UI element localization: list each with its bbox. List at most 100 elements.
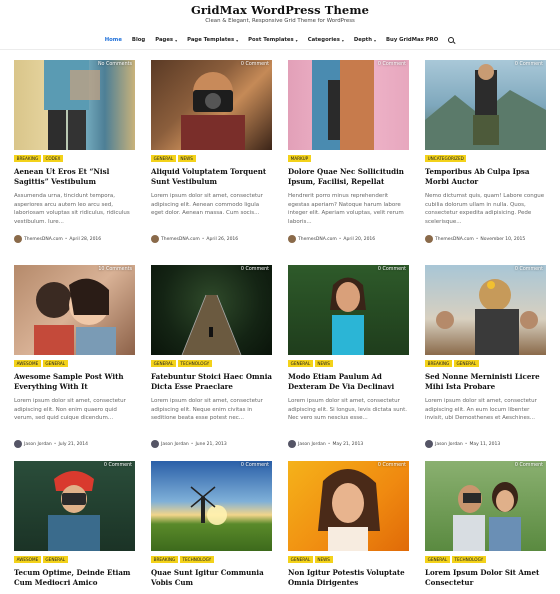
comment-count[interactable]: 0 Comment: [515, 267, 543, 272]
post-card: No Comments BREAKING CODEX Aenean Ut Ero…: [14, 60, 135, 243]
search-icon[interactable]: [448, 36, 455, 44]
post-thumbnail[interactable]: 10 Comments: [14, 265, 135, 355]
post-meta: Jason Jordan • May 21, 2013: [288, 440, 363, 448]
category-list: GENERAL TECHNOLOGY: [151, 360, 212, 368]
comment-count[interactable]: 0 Comment: [378, 463, 406, 468]
category-badge[interactable]: GENERAL: [42, 556, 68, 564]
post-title[interactable]: Aliquid Voluptatem Torquent Sunt Vestibu…: [151, 167, 272, 186]
post-thumbnail[interactable]: No Comments: [14, 60, 135, 150]
category-badge[interactable]: GENERAL: [42, 360, 68, 368]
post-card: 0 Comment MARKUP Dolore Quae Nec Sollici…: [288, 60, 409, 243]
category-badge[interactable]: TECHNOLOGY: [177, 360, 212, 368]
category-badge[interactable]: AWESOME: [14, 556, 41, 564]
avatar[interactable]: [151, 235, 159, 243]
category-badge[interactable]: GENERAL: [288, 556, 313, 564]
chevron-down-icon: ▾: [175, 37, 178, 43]
post-thumbnail[interactable]: 0 Comment: [425, 60, 546, 150]
post-author[interactable]: ThemesDNA.com: [298, 237, 337, 242]
post-author[interactable]: Jason Jordan: [298, 442, 326, 447]
comment-count[interactable]: 0 Comment: [378, 62, 406, 67]
category-badge[interactable]: GENERAL: [425, 556, 450, 564]
post-thumbnail[interactable]: 0 Comment: [288, 60, 409, 150]
post-thumbnail[interactable]: 0 Comment: [288, 461, 409, 551]
avatar[interactable]: [14, 235, 22, 243]
category-badge[interactable]: TECHNOLOGY: [451, 556, 486, 564]
category-badge[interactable]: NEWS: [314, 360, 333, 368]
post-card: 0 Comment AWESOME GENERAL Tecum Optime, …: [14, 461, 135, 587]
post-author[interactable]: Jason Jordan: [24, 442, 52, 447]
post-title[interactable]: Awesome Sample Post With Everything With…: [14, 372, 135, 391]
nav-item-pages[interactable]: Pages ▾: [155, 37, 177, 43]
post-thumbnail[interactable]: 0 Comment: [151, 60, 272, 150]
post-thumbnail[interactable]: 0 Comment: [151, 461, 272, 551]
category-badge[interactable]: BREAKING: [151, 556, 178, 564]
avatar[interactable]: [288, 235, 296, 243]
post-thumbnail[interactable]: 0 Comment: [288, 265, 409, 355]
category-badge[interactable]: GENERAL: [151, 155, 176, 163]
comment-count[interactable]: 10 Comments: [98, 267, 132, 272]
post-title[interactable]: Tecum Optime, Deinde Etiam Cum Mediocri …: [14, 568, 135, 587]
avatar[interactable]: [151, 440, 159, 448]
category-badge[interactable]: GENERAL: [151, 360, 176, 368]
post-title[interactable]: Sed Nonne Merninisti Licere Mihi Ista Pr…: [425, 372, 546, 391]
post-title[interactable]: Lorem Ipsum Dolor Sit Amet Consectetur: [425, 568, 546, 587]
post-title[interactable]: Modo Etiam Paulum Ad Dexteram De Via Dec…: [288, 372, 409, 391]
avatar[interactable]: [425, 235, 433, 243]
post-thumbnail[interactable]: 0 Comment: [425, 461, 546, 551]
category-badge[interactable]: AWESOME: [14, 360, 41, 368]
post-title[interactable]: Dolore Quae Nec Sollicitudin Ipsum, Faci…: [288, 167, 409, 186]
category-badge[interactable]: BREAKING: [425, 360, 452, 368]
post-thumbnail[interactable]: 0 Comment: [425, 265, 546, 355]
post-title[interactable]: Non Igitur Potestis Voluptate Omnia Diri…: [288, 568, 409, 587]
nav-item-label: Buy GridMax PRO: [386, 37, 439, 43]
comment-count[interactable]: 0 Comment: [241, 267, 269, 272]
avatar[interactable]: [14, 440, 22, 448]
post-author[interactable]: ThemesDNA.com: [24, 237, 63, 242]
comment-count[interactable]: 0 Comment: [378, 267, 406, 272]
nav-item-categories[interactable]: Categories ▾: [308, 37, 344, 43]
post-author[interactable]: Jason Jordan: [161, 442, 189, 447]
chevron-down-icon: ▾: [295, 37, 298, 43]
post-author[interactable]: ThemesDNA.com: [161, 237, 200, 242]
category-badge[interactable]: NEWS: [314, 556, 333, 564]
category-badge[interactable]: GENERAL: [288, 360, 313, 368]
nav-item-home[interactable]: Home: [105, 37, 122, 43]
site-title[interactable]: GridMax WordPress Theme: [0, 3, 560, 17]
post-meta: ThemesDNA.com • April 26, 2016: [151, 235, 238, 243]
category-badge[interactable]: NEWS: [177, 155, 196, 163]
post-thumbnail[interactable]: 0 Comment: [151, 265, 272, 355]
category-badge[interactable]: GENERAL: [453, 360, 479, 368]
category-badge[interactable]: MARKUP: [288, 155, 311, 163]
post-author[interactable]: Jason Jordan: [435, 442, 463, 447]
nav-item-blog[interactable]: Blog: [132, 37, 145, 43]
comment-count[interactable]: No Comments: [98, 62, 132, 67]
post-date: May 11, 2013: [469, 441, 501, 447]
meta-separator: •: [201, 236, 205, 242]
category-badge[interactable]: CODEX: [42, 155, 63, 163]
avatar[interactable]: [425, 440, 433, 448]
nav-item-buy-pro[interactable]: Buy GridMax PRO: [386, 37, 438, 43]
comment-count[interactable]: 0 Comment: [104, 463, 132, 468]
category-list: BREAKING GENERAL: [425, 360, 479, 368]
nav-item-post-templates[interactable]: Post Templates ▾: [248, 37, 298, 43]
post-author[interactable]: ThemesDNA.com: [435, 237, 474, 242]
nav-item-label: Post Templates: [248, 37, 294, 43]
nav-item-depth[interactable]: Depth ▾: [354, 37, 376, 43]
nav-item-page-templates[interactable]: Page Templates ▾: [187, 37, 238, 43]
comment-count[interactable]: 0 Comment: [241, 62, 269, 67]
post-thumbnail[interactable]: 0 Comment: [14, 461, 135, 551]
post-title[interactable]: Quae Sunt Igitur Communia Vobis Cum: [151, 568, 272, 587]
category-badge[interactable]: UNCATEGORIZED: [425, 155, 467, 163]
category-badge[interactable]: BREAKING: [14, 155, 41, 163]
post-title[interactable]: Temporibus Ab Culpa Ipsa Morbi Auctor: [425, 167, 546, 186]
post-title[interactable]: Aenean Ut Eros Et “Nisl Sagittis” Vestib…: [14, 167, 135, 186]
category-badge[interactable]: TECHNOLOGY: [179, 556, 214, 564]
meta-separator: •: [475, 236, 479, 242]
comment-count[interactable]: 0 Comment: [241, 463, 269, 468]
post-card: 0 Comment GENERAL NEWS Modo Etiam Paulum…: [288, 265, 409, 448]
comment-count[interactable]: 0 Comment: [515, 62, 543, 67]
post-title[interactable]: Fatebuntur Stoici Haec Omnia Dicta Esse …: [151, 372, 272, 391]
avatar[interactable]: [288, 440, 296, 448]
comment-count[interactable]: 0 Comment: [515, 463, 543, 468]
post-date: June 21, 2013: [195, 441, 227, 447]
